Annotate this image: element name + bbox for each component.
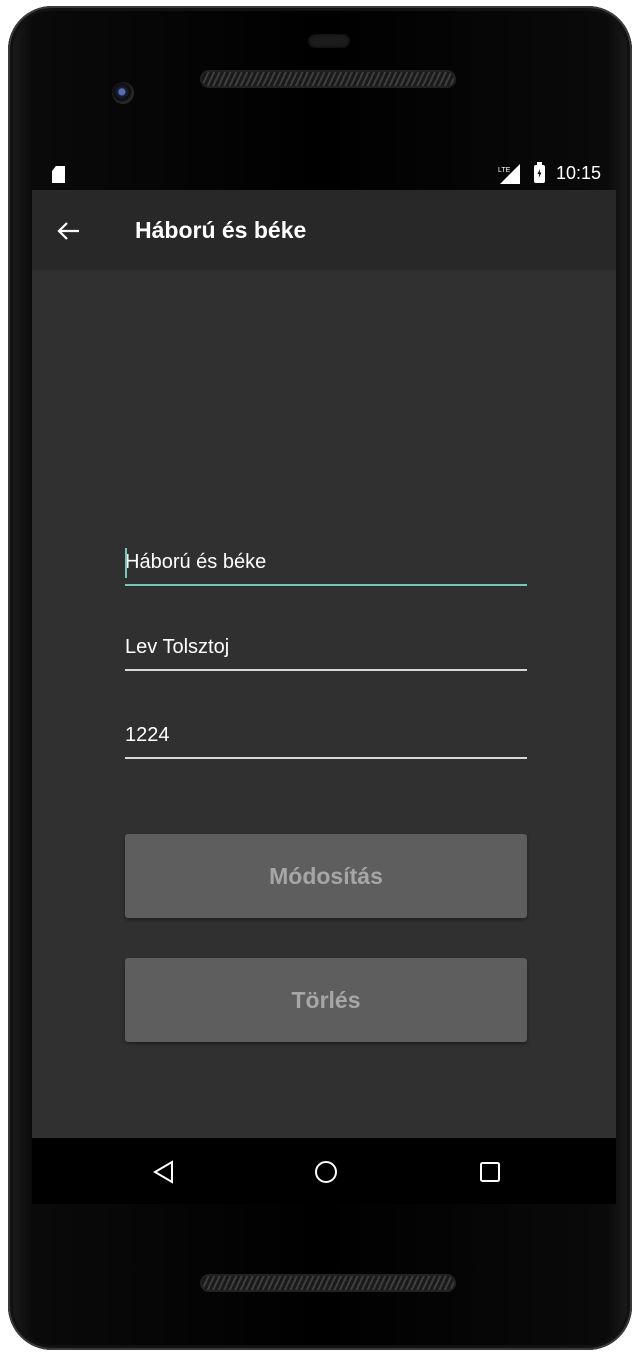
- app-bar: Háború és béke: [32, 190, 616, 270]
- year-input[interactable]: [125, 715, 527, 755]
- status-bar: LTE 10:15: [32, 160, 616, 190]
- nav-home-icon[interactable]: [306, 1152, 346, 1192]
- battery-charging-icon: [534, 162, 545, 183]
- year-field[interactable]: [125, 715, 527, 759]
- title-field[interactable]: [125, 542, 527, 586]
- nav-recents-icon[interactable]: [470, 1152, 510, 1192]
- year-underline: [125, 757, 527, 759]
- status-time: 10:15: [556, 163, 602, 183]
- edit-book-form: Módosítás Törlés: [32, 270, 616, 1138]
- delete-button[interactable]: Törlés: [125, 958, 527, 1042]
- nav-back-icon[interactable]: [144, 1152, 184, 1192]
- signal-icon: LTE: [498, 164, 520, 184]
- author-input[interactable]: [125, 627, 527, 667]
- earpiece-speaker: [202, 72, 454, 86]
- sd-card-icon: [52, 166, 65, 183]
- system-nav-bar: [32, 1138, 616, 1204]
- svg-text:LTE: LTE: [498, 167, 511, 174]
- page-title: Háború és béke: [135, 217, 307, 243]
- author-underline: [125, 669, 527, 671]
- proximity-sensor: [308, 34, 350, 48]
- text-cursor: [125, 548, 127, 578]
- title-input[interactable]: [125, 542, 527, 582]
- modify-button[interactable]: Módosítás: [125, 834, 527, 918]
- front-camera-icon: [112, 82, 134, 104]
- back-arrow-icon[interactable]: [56, 218, 82, 244]
- author-field[interactable]: [125, 627, 527, 671]
- bottom-speaker: [202, 1276, 454, 1290]
- title-underline: [125, 584, 527, 586]
